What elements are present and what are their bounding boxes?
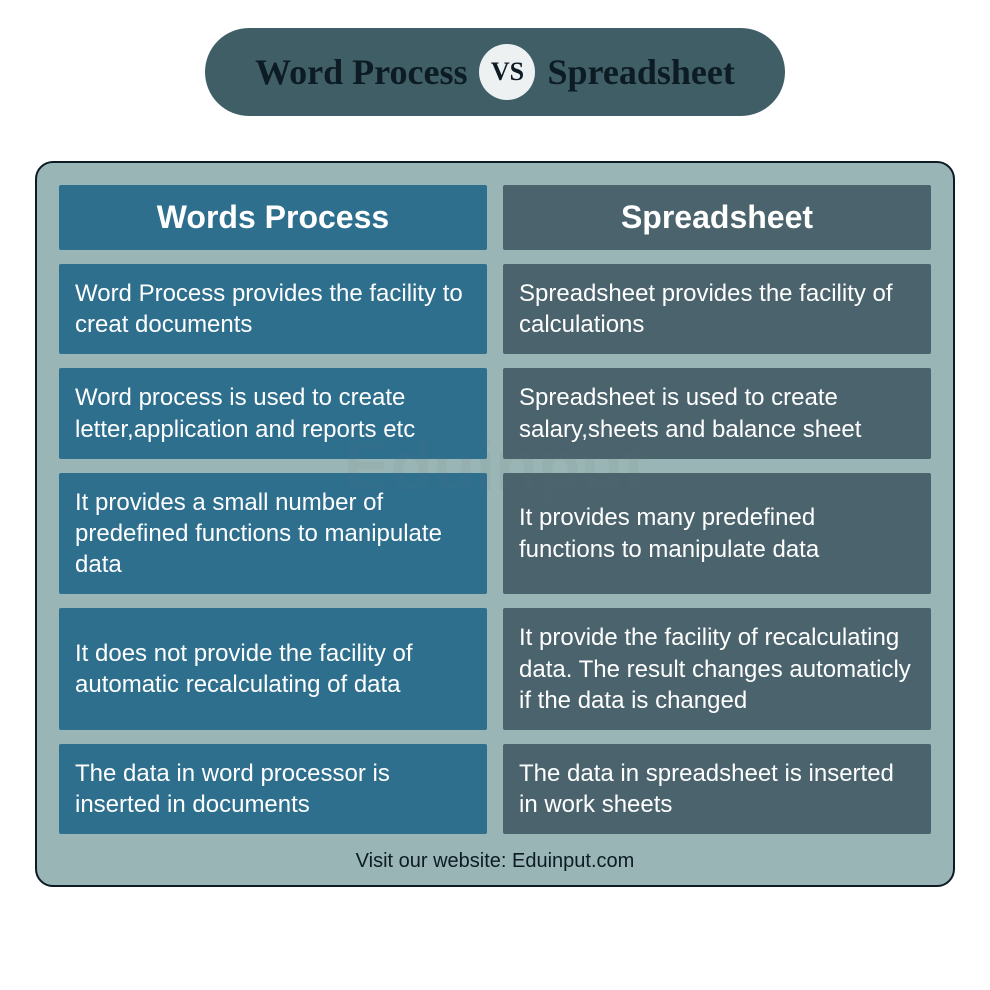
table-row: Spreadsheet is used to create salary,she… xyxy=(503,368,931,458)
comparison-table: Eduinput Words Process Spreadsheet Word … xyxy=(35,161,955,887)
title-right: Spreadsheet xyxy=(547,51,734,93)
column-header-right: Spreadsheet xyxy=(503,185,931,250)
table-row: It provide the facility of recalculating… xyxy=(503,608,931,730)
table-row: Word process is used to create letter,ap… xyxy=(59,368,487,458)
table-row: Word Process provides the facility to cr… xyxy=(59,264,487,354)
table-row: It provides many predefined functions to… xyxy=(503,473,931,595)
table-grid: Words Process Spreadsheet Word Process p… xyxy=(59,185,931,834)
table-row: The data in word processor is inserted i… xyxy=(59,744,487,834)
title-left: Word Process xyxy=(255,51,467,93)
footer-text: Visit our website: Eduinput.com xyxy=(59,844,931,877)
table-row: It does not provide the facility of auto… xyxy=(59,608,487,730)
table-row: Spreadsheet provides the facility of cal… xyxy=(503,264,931,354)
vs-badge: VS xyxy=(479,44,535,100)
table-row: The data in spreadsheet is inserted in w… xyxy=(503,744,931,834)
title-pill: Word Process VS Spreadsheet xyxy=(205,28,785,116)
table-row: It provides a small number of predefined… xyxy=(59,473,487,595)
column-header-left: Words Process xyxy=(59,185,487,250)
